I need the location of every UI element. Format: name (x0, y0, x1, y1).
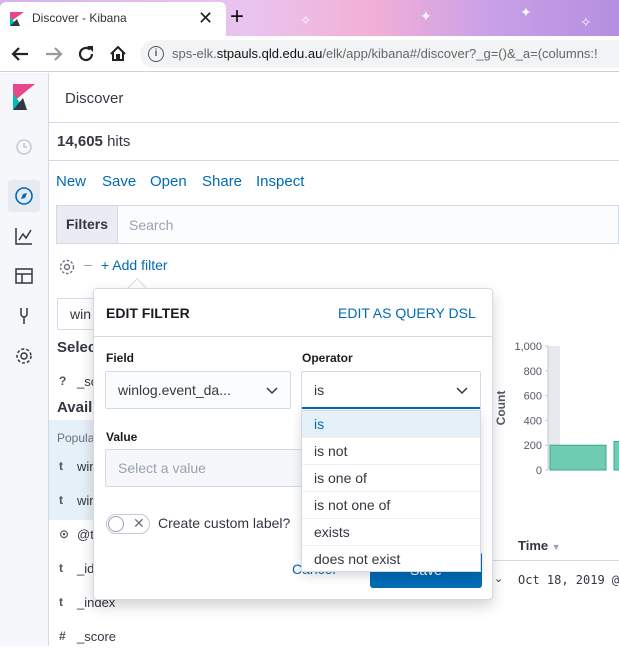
field-type-icon: # (59, 629, 66, 643)
divider (94, 336, 492, 337)
sparkle-decoration: ✧ (580, 14, 592, 30)
available-fields-heading: Avail (57, 399, 93, 416)
operator-option-is-not-one-of[interactable]: is not one of (302, 492, 480, 519)
add-filter-button[interactable]: + Add filter (101, 257, 168, 273)
field-select[interactable]: winlog.event_da... (105, 371, 291, 409)
field-type-icon: t (59, 561, 63, 575)
value-input[interactable]: Select a value (105, 449, 325, 487)
sparkle-decoration: ✦ (520, 4, 532, 20)
browser-tab-strip: ✦ ✦ ✧ ✧ Discover - Kibana ✕ + (0, 0, 619, 36)
kibana-favicon-icon (10, 12, 24, 26)
field-select-value: winlog.event_da... (118, 382, 231, 398)
field-type-icon: t (59, 493, 63, 507)
popular-label: Popula (57, 431, 95, 445)
y-tick-label: 800 (524, 366, 542, 378)
filters-label: Filters (57, 206, 118, 243)
compass-icon[interactable] (12, 184, 36, 208)
sparkle-decoration: ✧ (300, 12, 312, 28)
sparkle-decoration: ✦ (420, 8, 432, 24)
y-tick-label: 0 (536, 465, 542, 477)
address-bar[interactable]: i sps-elk.stpauls.qld.edu.au/elk/app/kib… (140, 40, 619, 68)
y-tick-label: 400 (524, 415, 542, 427)
y-tick-label: 200 (524, 440, 542, 452)
dev-tools-icon[interactable] (12, 304, 36, 328)
field-name: @t (77, 527, 94, 542)
field-label: Field (106, 351, 135, 365)
tab-title: Discover - Kibana (32, 11, 127, 25)
url-text: sps-elk.stpauls.qld.edu.au/elk/app/kiban… (172, 46, 598, 61)
browser-toolbar: i sps-elk.stpauls.qld.edu.au/elk/app/kib… (0, 36, 619, 72)
table-cell-time: Oct 18, 2019 @ (518, 573, 619, 587)
custom-label-toggle[interactable]: ✕ (106, 514, 150, 534)
field-type-icon: ⊙ (59, 527, 70, 541)
chevron-down-icon[interactable]: ⌄ (494, 572, 503, 585)
info-icon[interactable]: i (148, 46, 164, 62)
browser-tab[interactable]: Discover - Kibana ✕ (0, 2, 226, 36)
inspect-link[interactable]: Inspect (256, 173, 304, 190)
chart-bar[interactable] (549, 444, 607, 471)
field-name: _id (77, 561, 95, 576)
toggle-knob (108, 516, 124, 532)
chart-bar[interactable] (613, 440, 619, 471)
sort-icon: ▼ (551, 542, 561, 552)
operator-select[interactable]: is (301, 371, 481, 409)
field-type-icon: t (59, 595, 63, 609)
y-axis-label: Count (494, 391, 508, 426)
dashboard-icon[interactable] (12, 264, 36, 288)
chevron-down-icon (266, 387, 278, 395)
query-bar: Filters (56, 205, 619, 244)
y-tick-label: 1,000 (514, 341, 542, 353)
clock-icon[interactable] (12, 135, 36, 159)
chevron-down-icon (456, 387, 468, 395)
y-tick-label: 600 (524, 391, 542, 403)
divider (84, 265, 92, 266)
kibana-nav-rail (0, 73, 49, 646)
home-icon[interactable] (104, 40, 132, 68)
open-link[interactable]: Open (150, 173, 187, 190)
hits-count: 14,605 hits (57, 133, 131, 150)
time-column-header[interactable]: Time ▼ (518, 538, 561, 553)
page-title: Discover (65, 90, 124, 107)
kibana-logo-icon[interactable] (13, 84, 35, 110)
gear-icon[interactable] (58, 258, 76, 276)
selected-fields-heading: Selec (57, 339, 97, 356)
operator-dropdown: is is not is one of is not one of exists… (301, 410, 481, 572)
save-link[interactable]: Save (102, 173, 136, 190)
new-link[interactable]: New (56, 173, 86, 190)
gear-icon[interactable] (12, 344, 36, 368)
operator-option-is-one-of[interactable]: is one of (302, 465, 480, 492)
value-label: Value (106, 430, 138, 444)
new-tab-icon[interactable]: + (230, 3, 244, 31)
list-item[interactable]: # _score (49, 620, 465, 653)
reload-icon[interactable] (72, 40, 100, 68)
back-arrow-icon[interactable] (6, 40, 34, 68)
visualize-icon[interactable] (12, 224, 36, 248)
histogram-chart: 1,000 800 600 400 200 0 Count (494, 341, 619, 477)
popover-title: EDIT FILTER (106, 305, 190, 321)
forward-arrow-icon[interactable] (40, 40, 68, 68)
divider (49, 160, 619, 161)
custom-label-text: Create custom label? (158, 515, 291, 531)
operator-select-value: is (314, 382, 325, 398)
field-type-icon: t (59, 459, 63, 473)
operator-option-exists[interactable]: exists (302, 519, 480, 546)
operator-option-is-not[interactable]: is not (302, 438, 480, 465)
operator-label: Operator (302, 351, 353, 365)
field-type-icon: ? (59, 374, 67, 388)
operator-option-does-not-exist[interactable]: does not exist (302, 546, 480, 573)
close-tab-icon[interactable]: ✕ (198, 8, 213, 29)
share-link[interactable]: Share (202, 173, 242, 190)
operator-option-is[interactable]: is (302, 411, 480, 438)
app-header: Discover (49, 73, 619, 123)
edit-as-query-dsl-link[interactable]: EDIT AS QUERY DSL (338, 305, 476, 321)
close-icon: ✕ (133, 515, 145, 531)
search-input[interactable] (119, 206, 619, 243)
field-name: _score (77, 629, 117, 644)
